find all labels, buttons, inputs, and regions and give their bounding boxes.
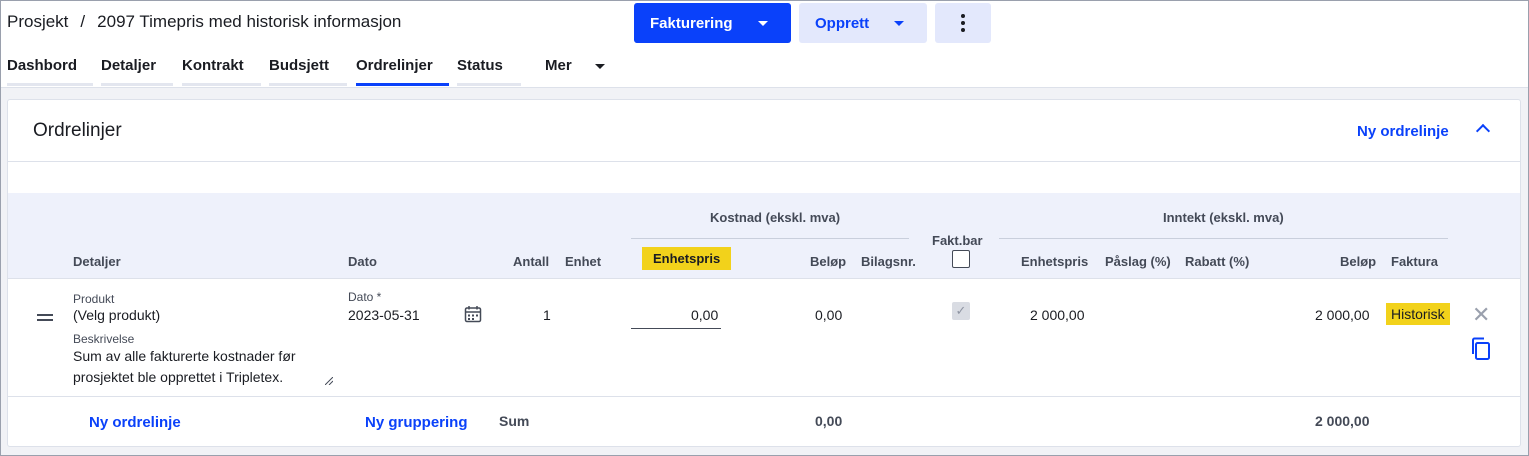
drag-handle-icon[interactable] bbox=[37, 314, 53, 316]
invoice-status-badge: Historisk bbox=[1386, 303, 1450, 325]
tab-label: Dashbord bbox=[7, 57, 78, 74]
tab-label: Kontrakt bbox=[182, 57, 244, 74]
divider bbox=[8, 396, 1520, 397]
col-markup: Påslag (%) bbox=[1105, 254, 1171, 269]
income-unit-price-value[interactable]: 2 000,00 bbox=[1030, 307, 1085, 323]
quantity-value[interactable]: 1 bbox=[543, 307, 551, 323]
tab-label: Detaljer bbox=[101, 57, 157, 74]
invoice-dropdown-button[interactable]: Fakturering bbox=[634, 3, 791, 43]
tab-dashboard[interactable]: Dashbord bbox=[7, 57, 93, 87]
tab-details[interactable]: Detaljer bbox=[101, 57, 173, 87]
sum-cost-value: 0,00 bbox=[815, 413, 843, 429]
select-all-billable-checkbox[interactable] bbox=[952, 250, 970, 268]
col-quantity: Antall bbox=[513, 254, 550, 269]
resize-handle-icon[interactable] bbox=[325, 377, 333, 385]
product-select[interactable]: (Velg produkt) bbox=[73, 307, 160, 323]
col-cost-amount: Beløp bbox=[810, 254, 847, 269]
col-discount: Rabatt (%) bbox=[1185, 254, 1250, 269]
tab-label: Status bbox=[457, 57, 503, 74]
tab-budget[interactable]: Budsjett bbox=[269, 57, 347, 87]
drag-handle-icon[interactable] bbox=[37, 319, 53, 321]
collapse-chevron-up-icon[interactable] bbox=[1475, 123, 1491, 139]
tab-label: Budsjett bbox=[269, 57, 329, 74]
input-underline bbox=[631, 328, 721, 329]
new-grouping-button[interactable]: Ny gruppering bbox=[365, 414, 468, 431]
col-invoice: Faktura bbox=[1391, 254, 1438, 269]
card-title: Ordrelinjer bbox=[33, 120, 122, 141]
date-label: Dato * bbox=[348, 290, 382, 304]
col-date: Dato bbox=[348, 254, 377, 269]
invoice-button-label: Fakturering bbox=[650, 14, 733, 32]
order-lines-card: Ordrelinjer Ny ordrelinje Kostnad (ekskl… bbox=[7, 99, 1521, 447]
tab-order-lines[interactable]: Ordrelinjer bbox=[356, 57, 449, 87]
new-order-line-link[interactable]: Ny ordrelinje bbox=[1357, 123, 1449, 140]
top-bar: Prosjekt / 2097 Timepris med historisk inf… bbox=[0, 0, 1529, 88]
description-line-2[interactable]: prosjektet ble opprettet i Tripletex. bbox=[73, 369, 283, 385]
tab-label: Mer bbox=[545, 57, 572, 74]
more-actions-button[interactable] bbox=[935, 3, 991, 43]
new-order-line-button[interactable]: Ny ordrelinje bbox=[89, 414, 181, 431]
group-header-income: Inntekt (ekskl. mva) bbox=[1163, 210, 1284, 225]
col-billable: Fakt.bar bbox=[932, 233, 983, 248]
cost-amount-value: 0,00 bbox=[815, 307, 843, 323]
close-icon[interactable]: ✕ bbox=[1472, 304, 1490, 326]
group-divider bbox=[631, 238, 909, 239]
col-voucher: Bilagsnr. bbox=[861, 254, 916, 269]
group-header-cost: Kostnad (ekskl. mva) bbox=[710, 210, 841, 225]
calendar-icon[interactable] bbox=[464, 305, 482, 323]
create-dropdown-button[interactable]: Opprett bbox=[799, 3, 927, 43]
tab-label: Ordrelinjer bbox=[356, 57, 433, 74]
sum-income-value: 2 000,00 bbox=[1315, 413, 1370, 429]
billable-checkbox-checked: ✓ bbox=[952, 302, 970, 320]
chevron-down-icon bbox=[595, 64, 605, 69]
description-line-1[interactable]: Sum av alle fakturerte kostnader før bbox=[73, 348, 296, 364]
copy-icon[interactable] bbox=[1470, 337, 1492, 361]
chevron-down-icon bbox=[758, 21, 768, 26]
chevron-down-icon bbox=[894, 21, 904, 26]
tab-contract[interactable]: Kontrakt bbox=[182, 57, 261, 87]
date-input[interactable]: 2023-05-31 bbox=[348, 307, 420, 323]
tab-status[interactable]: Status bbox=[457, 57, 521, 87]
col-details: Detaljer bbox=[73, 254, 121, 269]
breadcrumb-current: 2097 Timepris med historisk informasjon bbox=[97, 12, 402, 31]
col-income-unit-price: Enhetspris bbox=[1021, 254, 1089, 269]
create-button-label: Opprett bbox=[815, 14, 870, 32]
col-cost-unit-price[interactable]: Enhetspris bbox=[642, 247, 732, 270]
table-header: Kostnad (ekskl. mva) Inntekt (ekskl. mva… bbox=[8, 193, 1520, 279]
col-income-amount: Beløp bbox=[1340, 254, 1377, 269]
col-unit: Enhet bbox=[565, 254, 602, 269]
description-label: Beskrivelse bbox=[73, 332, 135, 346]
divider bbox=[8, 161, 1520, 162]
cost-unit-price-input[interactable]: 0,00 bbox=[691, 307, 718, 323]
breadcrumb-root[interactable]: Prosjekt bbox=[7, 12, 68, 31]
kebab-menu-icon bbox=[961, 14, 965, 32]
breadcrumb-separator: / bbox=[80, 12, 86, 31]
group-divider bbox=[999, 238, 1448, 239]
income-amount-value: 2 000,00 bbox=[1315, 307, 1370, 323]
breadcrumb: Prosjekt / 2097 Timepris med historisk inf… bbox=[7, 12, 401, 32]
tab-more[interactable]: Mer bbox=[545, 57, 575, 87]
product-label: Produkt bbox=[73, 292, 115, 306]
sum-label: Sum bbox=[499, 413, 530, 429]
